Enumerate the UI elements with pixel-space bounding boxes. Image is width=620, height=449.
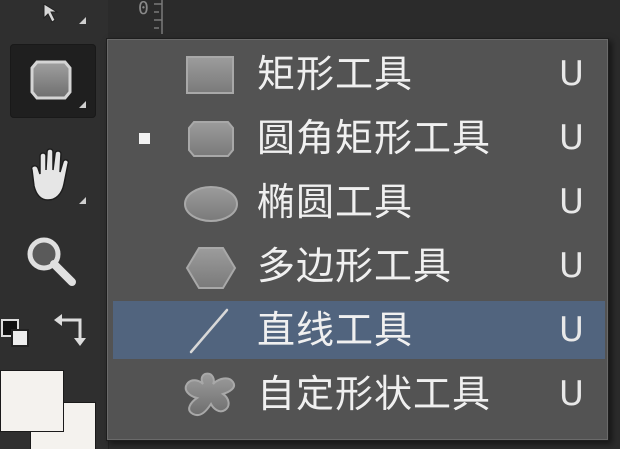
menu-item-shortcut: U — [559, 246, 584, 286]
ellipse-icon — [184, 186, 238, 222]
ruler-mark: 0 — [138, 0, 149, 19]
tool-flyout-corner-icon — [79, 197, 86, 204]
polygon-icon — [185, 247, 237, 289]
rounded-rectangle-tool-button[interactable] — [10, 44, 96, 118]
menu-item-shortcut: U — [559, 118, 584, 158]
menu-item-line-tool[interactable]: 直线工具 U — [113, 301, 605, 359]
move-tool-button[interactable] — [10, 0, 96, 34]
zoom-tool-icon — [27, 237, 76, 286]
menu-item-label: 直线工具 — [257, 308, 414, 352]
rectangle-icon — [186, 56, 234, 94]
shape-tools-flyout-menu: 矩形工具 U 圆角矩形工具 U 椭圆工具 U 多边形工具 U 直线工具 U 自定… — [106, 38, 609, 441]
photoshop-workspace: 0 矩形工具 U 圆角矩形工具 U 椭圆工具 U 多边形工具 U 直线工具 U … — [0, 0, 620, 449]
menu-item-label: 椭圆工具 — [257, 180, 414, 224]
line-icon — [189, 308, 229, 354]
foreground-color-swatch[interactable] — [0, 370, 64, 432]
menu-item-rounded-rectangle-tool[interactable]: 圆角矩形工具 U — [113, 109, 605, 167]
hand-tool-button[interactable] — [10, 140, 96, 214]
menu-item-shortcut: U — [559, 182, 584, 222]
default-colors-icon[interactable] — [0, 312, 40, 352]
menu-item-label: 圆角矩形工具 — [257, 116, 492, 160]
tools-panel — [0, 0, 109, 449]
menu-item-rectangle-tool[interactable]: 矩形工具 U — [113, 45, 605, 103]
custom-shape-icon — [184, 372, 235, 416]
menu-item-shortcut: U — [559, 374, 584, 414]
tool-flyout-corner-icon — [79, 101, 86, 108]
zoom-tool-button[interactable] — [10, 226, 96, 300]
menu-item-polygon-tool[interactable]: 多边形工具 U — [113, 237, 605, 295]
rounded-rectangle-icon — [188, 121, 234, 157]
menu-item-custom-shape-tool[interactable]: 自定形状工具 U — [113, 365, 605, 423]
selected-check-icon — [139, 133, 150, 144]
ruler: 0 — [108, 0, 178, 38]
menu-item-label: 自定形状工具 — [257, 372, 492, 416]
menu-item-label: 多边形工具 — [257, 244, 453, 288]
ruler-ticks-icon — [154, 0, 163, 34]
menu-item-shortcut: U — [559, 310, 584, 350]
menu-item-ellipse-tool[interactable]: 椭圆工具 U — [113, 173, 605, 231]
swap-colors-icon[interactable] — [50, 310, 94, 354]
menu-item-shortcut: U — [559, 54, 584, 94]
tool-flyout-corner-icon — [79, 17, 86, 24]
menu-item-label: 矩形工具 — [257, 52, 414, 96]
